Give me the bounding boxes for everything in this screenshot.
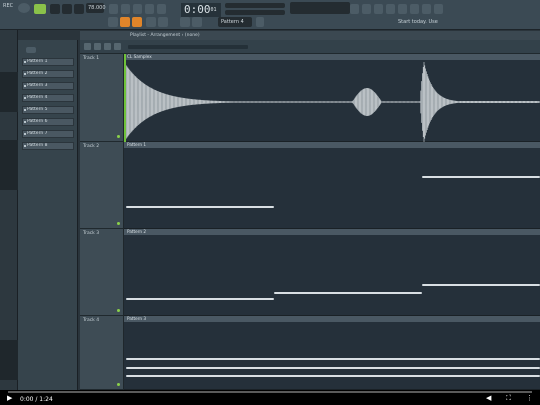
audio-waveform[interactable] xyxy=(124,60,540,144)
track-name: Track 1 xyxy=(83,56,100,61)
plugin-picker-icon[interactable] xyxy=(410,4,419,14)
time-display-sub: 01 xyxy=(210,7,217,13)
play-button[interactable] xyxy=(50,4,60,14)
video-time: 0:00 / 1:24 xyxy=(20,396,53,403)
fl-studio-window: REC 78.000 0:0001 Pattern 4 Start today.… xyxy=(0,0,540,405)
stop-button[interactable] xyxy=(62,4,72,14)
pattern-selector[interactable]: Pattern 4 xyxy=(218,17,252,27)
track-lane[interactable]: Pattern 3 xyxy=(124,316,540,390)
track-mute-led[interactable] xyxy=(117,135,120,138)
note-bar[interactable] xyxy=(274,292,422,295)
pattern-item[interactable]: Pattern 2 xyxy=(22,70,74,78)
track-header[interactable]: Track 2 xyxy=(80,142,124,229)
snap-mode-icon[interactable] xyxy=(94,43,101,50)
playhead-marker[interactable] xyxy=(124,54,126,142)
pattern-item[interactable]: Pattern 5 xyxy=(22,106,74,114)
track-name: Track 4 xyxy=(83,318,100,323)
oscilloscope-panel xyxy=(290,2,350,14)
time-ruler[interactable] xyxy=(128,45,248,49)
mixer-icon[interactable] xyxy=(398,4,407,14)
memory-meter xyxy=(225,10,285,15)
track-header[interactable]: Track 3 xyxy=(80,229,124,316)
select-mode-icon[interactable] xyxy=(114,43,121,50)
slice-tool-icon[interactable] xyxy=(192,17,202,27)
pattern-song-toggle[interactable] xyxy=(34,4,46,14)
note-bar[interactable] xyxy=(126,206,274,209)
playlist-toolbar xyxy=(80,40,540,54)
wait-input-icon[interactable] xyxy=(121,4,130,14)
note-bar[interactable] xyxy=(126,375,540,378)
left-sidebar-strip xyxy=(0,30,18,390)
main-toolbar: REC 78.000 0:0001 Pattern 4 Start today.… xyxy=(0,0,540,30)
blend-notes-icon[interactable] xyxy=(145,4,154,14)
draw-tool-icon[interactable] xyxy=(120,17,130,27)
track-name: Track 2 xyxy=(83,144,100,149)
track-lane[interactable]: Pattern 1 xyxy=(124,142,540,229)
more-options-icon[interactable]: ⋮ xyxy=(526,395,533,402)
pattern-item[interactable]: Pattern 7 xyxy=(22,130,74,138)
slip-tool-icon[interactable] xyxy=(180,17,190,27)
settings-icon[interactable] xyxy=(434,4,443,14)
note-bar[interactable] xyxy=(126,367,540,370)
add-pattern-icon[interactable] xyxy=(256,17,264,27)
pattern-browser: Pattern 1 Pattern 2 Pattern 3 Pattern 4 Patt… xyxy=(18,40,78,390)
draw-mode-icon[interactable] xyxy=(104,43,111,50)
note-bar[interactable] xyxy=(126,298,274,301)
channel-rack-icon[interactable] xyxy=(386,4,395,14)
time-display-main: 0:00 xyxy=(184,3,211,16)
track-mute-led[interactable] xyxy=(117,222,120,225)
song-position-display: 0:0001 xyxy=(181,3,221,17)
track-mute-led[interactable] xyxy=(117,309,120,312)
clip-header[interactable]: Pattern 2 xyxy=(124,229,540,235)
master-volume-knob[interactable] xyxy=(18,3,30,13)
track-header[interactable]: Track 4 xyxy=(80,316,124,390)
pattern-item[interactable]: Pattern 4 xyxy=(22,94,74,102)
help-icon[interactable] xyxy=(422,4,431,14)
video-controls: ▶ 0:00 / 1:24 ◀ ⛶ ⋮ xyxy=(0,390,540,405)
rec-label: REC xyxy=(3,3,14,9)
browser-menu-icon[interactable] xyxy=(26,47,36,53)
track-header[interactable]: Track 1 xyxy=(80,54,124,142)
countdown-icon[interactable] xyxy=(133,4,142,14)
pattern-item[interactable]: Pattern 6 xyxy=(22,118,74,126)
clip-header[interactable]: Pattern 3 xyxy=(124,316,540,322)
note-bar[interactable] xyxy=(126,358,540,361)
playlist-icon[interactable] xyxy=(350,4,359,14)
mute-tool-icon[interactable] xyxy=(158,17,168,27)
pattern-item[interactable]: Pattern 8 xyxy=(22,142,74,150)
track-name: Track 3 xyxy=(83,231,100,236)
pattern-item[interactable]: Pattern 1 xyxy=(22,58,74,66)
metronome-icon[interactable] xyxy=(109,4,118,14)
note-bar[interactable] xyxy=(422,284,540,287)
playlist-title: Playlist - Arrangement › (none) xyxy=(80,31,540,40)
loop-record-icon[interactable] xyxy=(157,4,166,14)
tempo-display[interactable]: 78.000 xyxy=(86,3,106,13)
browser-icon[interactable] xyxy=(374,4,383,14)
paint-tool-icon[interactable] xyxy=(132,17,142,27)
play-icon[interactable]: ▶ xyxy=(7,395,12,402)
hint-text: Start today. Use xyxy=(398,19,438,25)
playlist-menu-icon[interactable] xyxy=(84,43,91,50)
record-button[interactable] xyxy=(74,4,84,14)
piano-roll-icon[interactable] xyxy=(362,4,371,14)
pattern-item[interactable]: Pattern 3 xyxy=(22,82,74,90)
snap-icon[interactable] xyxy=(108,17,118,27)
fullscreen-icon[interactable]: ⛶ xyxy=(506,395,511,402)
track-lane[interactable]: Pattern 2 xyxy=(124,229,540,316)
waveform-path xyxy=(124,62,540,142)
delete-tool-icon[interactable] xyxy=(146,17,156,27)
cpu-meter xyxy=(225,3,285,8)
video-progress-bar[interactable] xyxy=(8,391,532,393)
note-bar[interactable] xyxy=(422,176,540,179)
volume-icon[interactable]: ◀ xyxy=(486,395,491,402)
track-mute-led[interactable] xyxy=(117,383,120,386)
